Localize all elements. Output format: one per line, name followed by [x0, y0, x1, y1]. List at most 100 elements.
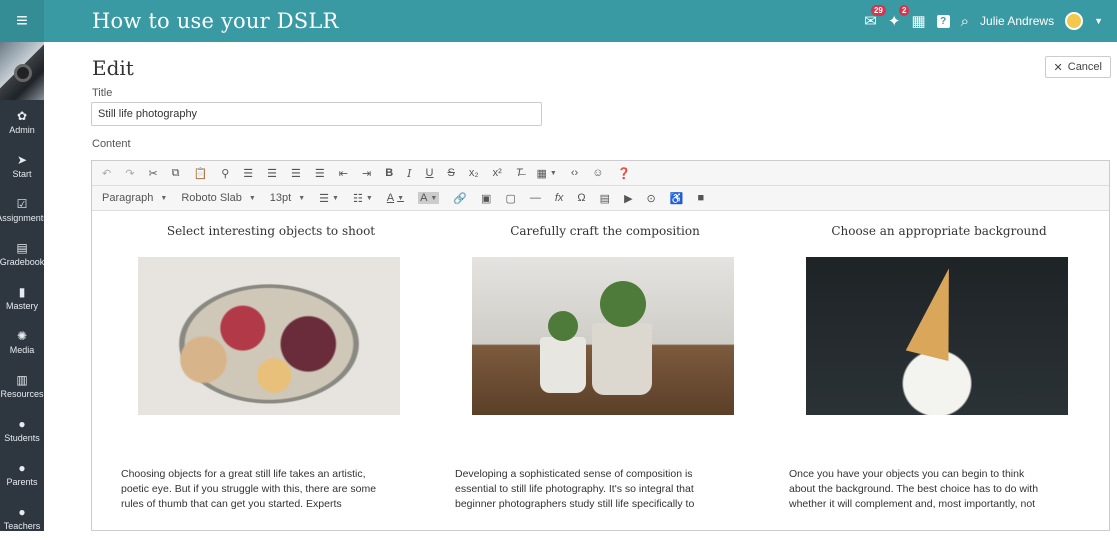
- paste-icon[interactable]: 📋: [194, 167, 208, 180]
- main-content: Edit ✕ Cancel Title Still life photograph…: [44, 42, 1117, 531]
- size-select-value: 13pt: [269, 192, 292, 204]
- sidebar-item-label: Gradebook: [0, 257, 45, 267]
- sidebar-item-label: Parents: [6, 477, 38, 487]
- page-title: Edit: [92, 56, 134, 80]
- content-label: Content: [92, 138, 131, 150]
- editor-toolbar-row-2: Paragraph ▼ Roboto Slab ▼ 13pt ▼ ☰ ▼ ☷ ▼ A ▼ A…: [92, 186, 1109, 211]
- course-thumbnail[interactable]: [0, 42, 44, 100]
- size-select[interactable]: 13pt ▼: [270, 192, 305, 204]
- notifications-icon[interactable]: ✦ 2: [888, 5, 910, 30]
- sidebar-item-label: Students: [4, 433, 40, 443]
- column-heading: Choose an appropriate background: [831, 224, 1047, 238]
- title-label: Title: [92, 87, 113, 99]
- plant-pot-graphic: [540, 337, 586, 393]
- potted-plants-image: [472, 257, 734, 415]
- italic-icon[interactable]: I: [407, 167, 411, 180]
- columns-icon: ▥: [16, 373, 28, 387]
- numbered-list-icon[interactable]: ☷ ▼: [353, 192, 373, 205]
- font-select[interactable]: Roboto Slab ▼: [181, 192, 255, 204]
- align-justify-icon[interactable]: ☰: [315, 167, 325, 180]
- video-icon[interactable]: ■: [697, 192, 704, 204]
- camera-lens-graphic: [14, 64, 32, 82]
- messages-icon[interactable]: ✉ 29: [864, 5, 886, 30]
- emoticon-icon[interactable]: ☺: [592, 167, 603, 179]
- bold-icon[interactable]: B: [385, 167, 393, 179]
- sidebar-item-label: Assignments: [0, 213, 48, 223]
- sidebar-item-label: Resources: [0, 389, 44, 399]
- plant-pot-graphic: [592, 323, 652, 395]
- align-left-icon[interactable]: ☰: [243, 167, 253, 180]
- background-color-icon[interactable]: A ▼: [418, 192, 440, 204]
- sidebar-item-start[interactable]: ➤ Start: [0, 144, 44, 188]
- editor-toolbar-row-1: ↶ ↷ ✂ ⧉ 📋 ⚲ ☰ ☰ ☰ ☰ ⇤ ⇥ B I U S x₂ x² T̶…: [92, 161, 1109, 186]
- column-text: Once you have your objects you can begin…: [789, 468, 1039, 510]
- top-right-controls: ✉ 29 ✦ 2 ▦ ? ⌕ Julie Andrews ▼: [864, 0, 1103, 42]
- sidebar-item-parents[interactable]: ● Parents: [0, 452, 44, 496]
- media-icon[interactable]: ▶: [624, 192, 632, 205]
- ice-cream-cone-image: [806, 257, 1068, 415]
- book-icon: ▤: [16, 241, 28, 255]
- horizontal-rule-icon[interactable]: —: [530, 192, 541, 204]
- avatar[interactable]: [1065, 12, 1084, 30]
- align-center-icon[interactable]: ☰: [267, 167, 277, 180]
- plant-graphic: [548, 311, 578, 341]
- format-select[interactable]: Paragraph ▼: [102, 192, 167, 204]
- link-icon[interactable]: 🔗: [453, 192, 467, 205]
- sidebar-item-students[interactable]: ● Students: [0, 408, 44, 452]
- align-right-icon[interactable]: ☰: [291, 167, 301, 180]
- column-heading: Carefully craft the composition: [510, 224, 700, 238]
- person-icon: ●: [18, 417, 26, 431]
- superscript-icon[interactable]: x²: [493, 167, 502, 179]
- cancel-button[interactable]: ✕ Cancel: [1044, 56, 1111, 78]
- text-color-icon[interactable]: A ▼: [387, 192, 404, 204]
- sidebar-item-assignments[interactable]: ☑ Assignments: [0, 188, 48, 232]
- sidebar: ✿ Admin ➤ Start ☑ Assignments ▤ Gradebook ▮ M…: [0, 42, 48, 531]
- underline-icon[interactable]: U: [426, 167, 434, 179]
- accessibility-icon[interactable]: ♿: [670, 192, 684, 205]
- redo-icon[interactable]: ↷: [125, 167, 134, 180]
- table-icon[interactable]: ▦ ▼: [537, 167, 557, 180]
- bullet-list-icon[interactable]: ☰ ▼: [319, 192, 339, 205]
- sidebar-item-teachers[interactable]: ● Teachers: [0, 496, 44, 540]
- undo-icon[interactable]: ↶: [102, 167, 111, 180]
- sparkle-icon: ✺: [16, 329, 28, 343]
- content-column-1: Select interesting objects to shoot Choo…: [121, 212, 421, 510]
- user-name[interactable]: Julie Andrews: [980, 14, 1054, 28]
- title-input[interactable]: Still life photography: [91, 102, 542, 126]
- chevron-down-icon[interactable]: ▼: [1094, 16, 1103, 26]
- bars-icon: ▮: [18, 285, 26, 299]
- find-icon[interactable]: ⚲: [221, 167, 229, 180]
- template-icon[interactable]: ▤: [600, 192, 610, 205]
- sidebar-item-media[interactable]: ✺ Media: [0, 320, 44, 364]
- sidebar-item-label: Admin: [9, 125, 35, 135]
- copy-icon[interactable]: ⧉: [172, 167, 180, 180]
- clear-format-icon[interactable]: T̶: [516, 167, 523, 179]
- outdent-icon[interactable]: ⇤: [339, 167, 348, 180]
- sidebar-item-mastery[interactable]: ▮ Mastery: [0, 276, 44, 320]
- image-icon[interactable]: ▣: [481, 192, 491, 205]
- editor-content[interactable]: Select interesting objects to shoot Choo…: [92, 212, 1109, 530]
- special-char-icon[interactable]: Ω: [577, 192, 585, 204]
- messages-badge: 29: [870, 5, 886, 16]
- cone-graphic: [905, 263, 971, 361]
- hamburger-icon[interactable]: ≡: [0, 0, 44, 42]
- sidebar-item-admin[interactable]: ✿ Admin: [0, 100, 44, 144]
- indent-icon[interactable]: ⇥: [362, 167, 371, 180]
- search-icon[interactable]: ⌕: [961, 13, 969, 30]
- close-icon: ✕: [1053, 61, 1063, 74]
- calendar-icon[interactable]: ▦: [911, 12, 925, 30]
- column-text: Developing a sophisticated sense of comp…: [455, 468, 695, 510]
- help-icon[interactable]: ❓: [617, 167, 631, 180]
- help-icon[interactable]: ?: [936, 14, 950, 28]
- rich-text-editor: ↶ ↷ ✂ ⧉ 📋 ⚲ ☰ ☰ ☰ ☰ ⇤ ⇥ B I U S x₂ x² T̶…: [91, 160, 1110, 531]
- location-icon[interactable]: ⊙: [647, 192, 656, 205]
- document-icon[interactable]: ▢: [505, 192, 515, 205]
- top-bar: ≡ How to use your DSLR ✉ 29 ✦ 2 ▦ ? ⌕ Juli…: [0, 0, 1117, 42]
- formula-icon[interactable]: fx: [555, 192, 564, 204]
- code-icon[interactable]: ‹›: [571, 167, 578, 179]
- cut-icon[interactable]: ✂: [148, 167, 157, 180]
- sidebar-item-gradebook[interactable]: ▤ Gradebook: [0, 232, 44, 276]
- subscript-icon[interactable]: x₂: [469, 167, 479, 179]
- sidebar-item-resources[interactable]: ▥ Resources: [0, 364, 44, 408]
- strikethrough-icon[interactable]: S: [447, 167, 454, 179]
